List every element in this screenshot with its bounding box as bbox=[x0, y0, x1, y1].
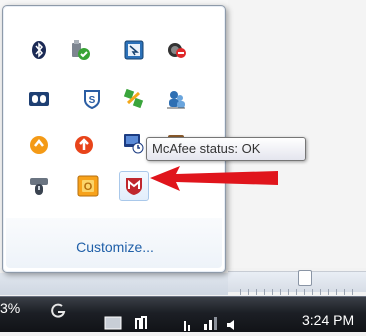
network-people-icon[interactable] bbox=[163, 86, 189, 112]
mouse-device-icon[interactable] bbox=[26, 173, 52, 199]
up-arrow-update-icon[interactable] bbox=[71, 132, 97, 158]
monitor-app-icon[interactable] bbox=[121, 130, 147, 156]
battery-percent: 3% bbox=[0, 300, 21, 316]
display-settings-icon[interactable] bbox=[121, 37, 147, 63]
volume-icon[interactable] bbox=[226, 318, 240, 336]
svg-text:S: S bbox=[89, 95, 96, 106]
show-hidden-icons-button[interactable] bbox=[104, 316, 122, 335]
action-center-icon[interactable] bbox=[133, 316, 151, 335]
zoom-slider-ticks bbox=[240, 289, 360, 295]
taskbar-app-button[interactable] bbox=[48, 302, 68, 318]
background-status-strip bbox=[0, 273, 228, 295]
zoom-slider-thumb[interactable] bbox=[298, 270, 312, 286]
taskbar-clock[interactable]: 3:24 PM bbox=[302, 312, 354, 328]
background-window-right bbox=[228, 0, 366, 268]
network-disconnected-icon[interactable] bbox=[163, 37, 189, 63]
shield-s-icon[interactable]: S bbox=[79, 86, 105, 112]
power-icon[interactable] bbox=[183, 318, 193, 336]
office-icon[interactable]: O bbox=[75, 173, 101, 199]
network-icon[interactable] bbox=[202, 316, 220, 335]
customize-link[interactable]: Customize... bbox=[3, 239, 227, 255]
mcafee-status-tooltip: McAfee status: OK bbox=[146, 137, 306, 161]
red-arrow-annotation bbox=[150, 166, 278, 191]
svg-text:O: O bbox=[84, 181, 93, 193]
dolby-audio-icon[interactable] bbox=[26, 86, 52, 112]
usb-safely-remove-icon[interactable] bbox=[67, 37, 93, 63]
bluetooth-icon[interactable] bbox=[26, 37, 52, 63]
mcafee-icon[interactable] bbox=[119, 171, 149, 201]
puzzle-app-icon[interactable] bbox=[121, 86, 147, 112]
orange-update-icon[interactable] bbox=[26, 132, 52, 158]
